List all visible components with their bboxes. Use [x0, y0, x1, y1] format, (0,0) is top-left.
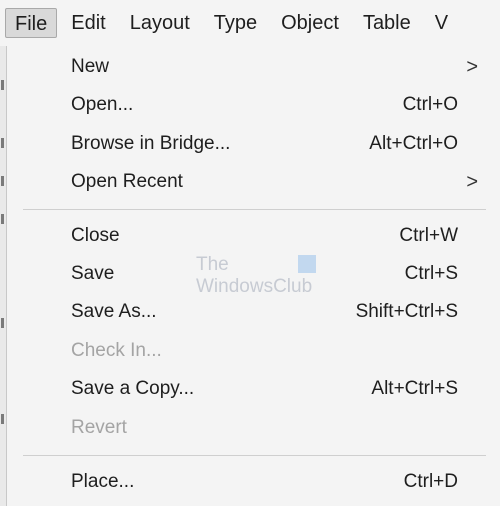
- menu-layout[interactable]: Layout: [120, 8, 200, 38]
- menu-item-label: Browse in Bridge...: [71, 133, 231, 154]
- menu-item-save-a-copy[interactable]: Save a Copy... Alt+Ctrl+S: [7, 370, 500, 408]
- menu-view[interactable]: Vi: [425, 8, 449, 38]
- menu-separator: [23, 209, 486, 210]
- menu-item-label: Check In...: [71, 340, 162, 361]
- menu-item-open-recent[interactable]: Open Recent >: [7, 163, 500, 201]
- menu-item-label: Save a Copy...: [71, 378, 195, 399]
- menu-item-shortcut: Alt+Ctrl+O: [369, 133, 458, 154]
- menu-item-shortcut: Ctrl+S: [404, 263, 458, 284]
- menu-item-label: Open Recent: [71, 171, 183, 192]
- submenu-arrow-icon: >: [466, 170, 478, 193]
- menu-item-label: New: [71, 56, 110, 77]
- menu-item-shortcut: Ctrl+O: [402, 94, 458, 115]
- application-window: File Edit Layout Type Object Table Vi Ne…: [0, 0, 500, 506]
- menu-item-shortcut: Alt+Ctrl+S: [371, 378, 458, 399]
- submenu-arrow-icon: >: [466, 55, 478, 78]
- watermark-logo-icon: [298, 255, 316, 273]
- menu-item-label: Open...: [71, 94, 134, 115]
- menu-item-shortcut: Ctrl+W: [399, 225, 458, 246]
- menu-separator: [23, 455, 486, 456]
- menu-item-label: Save As...: [71, 301, 157, 322]
- menu-item-label: Revert: [71, 417, 127, 438]
- menu-item-label: Place...: [71, 471, 135, 492]
- menu-item-check-in: Check In...: [7, 332, 500, 370]
- menu-bar: File Edit Layout Type Object Table Vi: [0, 0, 500, 46]
- menu-item-label: Close: [71, 225, 120, 246]
- menu-item-close[interactable]: Close Ctrl+W: [7, 217, 500, 255]
- menu-item-label: Save: [71, 263, 115, 284]
- menu-item-new[interactable]: New >: [7, 48, 500, 86]
- menu-file[interactable]: File: [5, 8, 58, 38]
- watermark-text: The WindowsClub: [196, 254, 312, 298]
- menu-table[interactable]: Table: [353, 8, 421, 38]
- menu-item-shortcut: Ctrl+D: [403, 471, 458, 492]
- menu-item-browse-in-bridge[interactable]: Browse in Bridge... Alt+Ctrl+O: [7, 125, 500, 163]
- menu-type[interactable]: Type: [204, 8, 267, 38]
- menu-item-shortcut: Shift+Ctrl+S: [355, 301, 458, 322]
- watermark-line-2: WindowsClub: [196, 276, 313, 297]
- watermark-line-1: The: [196, 254, 229, 275]
- menu-object[interactable]: Object: [271, 8, 349, 38]
- menu-edit[interactable]: Edit: [61, 8, 115, 38]
- menu-item-place[interactable]: Place... Ctrl+D: [7, 463, 500, 501]
- menu-item-open[interactable]: Open... Ctrl+O: [7, 86, 500, 124]
- menu-item-save-as[interactable]: Save As... Shift+Ctrl+S: [7, 293, 500, 331]
- menu-item-revert: Revert: [7, 409, 500, 447]
